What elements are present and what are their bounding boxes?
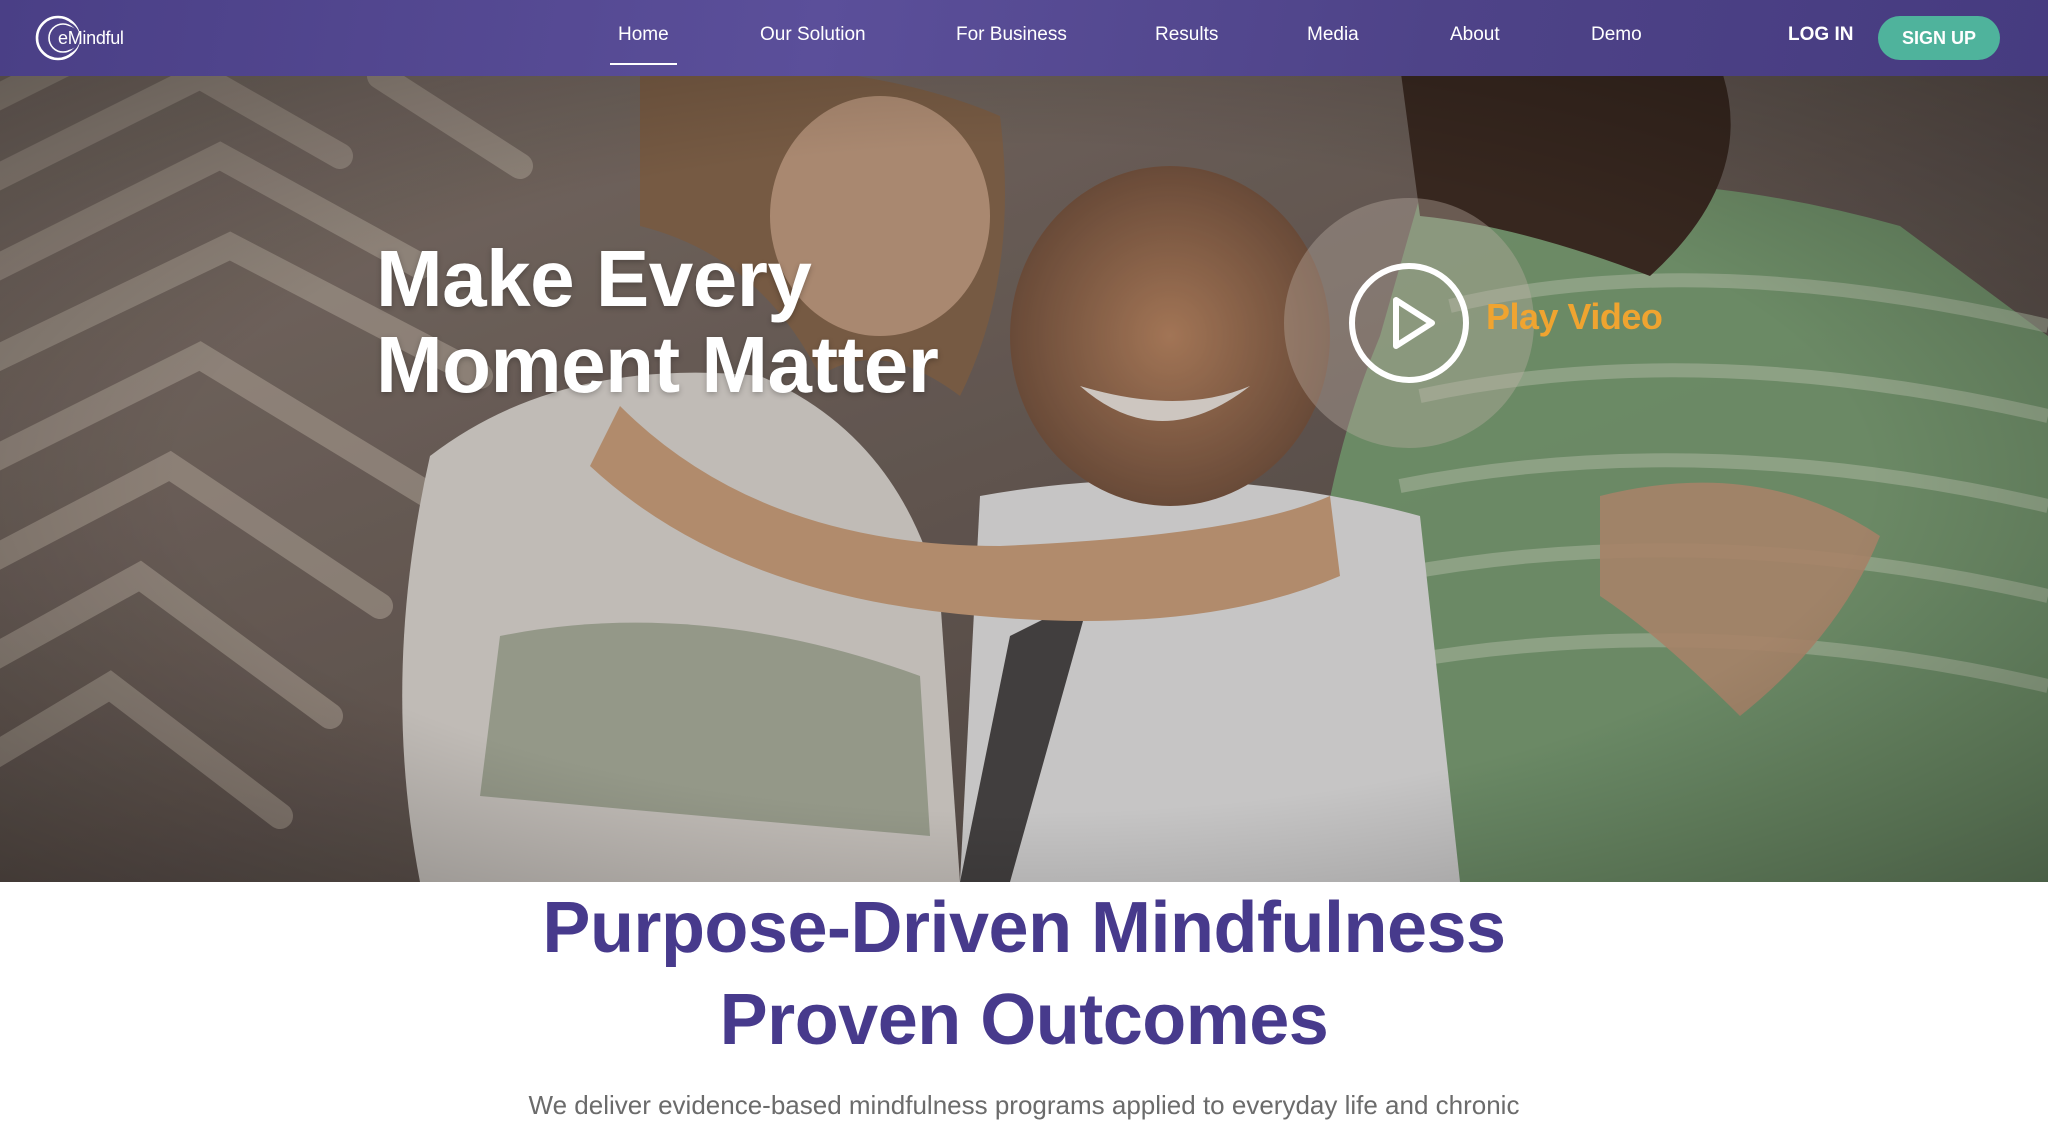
nav-demo[interactable]: Demo [1591, 24, 1642, 46]
nav-about[interactable]: About [1450, 24, 1500, 46]
top-navbar: eMindful Home Our Solution For Business … [0, 0, 2048, 76]
play-video-label[interactable]: Play Video [1486, 296, 1663, 338]
hero-title: Make Every Moment Matter [376, 234, 939, 409]
play-circle-icon [1349, 263, 1469, 383]
section-heading-line-2: Proven Outcomes [719, 980, 1329, 1060]
hero-section: Make Every Moment Matter Play Video [0, 76, 2048, 882]
nav-for-business[interactable]: For Business [956, 24, 1067, 46]
hero-title-line-2: Moment Matter [376, 320, 939, 409]
nav-home[interactable]: Home [610, 24, 677, 65]
main-nav: Home Our Solution For Business Results M… [0, 0, 2048, 76]
signup-button[interactable]: SIGN UP [1878, 16, 2000, 60]
login-link[interactable]: LOG IN [1788, 24, 1853, 46]
hero-background-image [0, 76, 2048, 882]
nav-our-solution[interactable]: Our Solution [760, 24, 866, 46]
section-description: We deliver evidence-based mindfulness pr… [528, 1090, 1520, 1120]
hero-title-line-1: Make Every [376, 234, 812, 323]
nav-media[interactable]: Media [1307, 24, 1359, 46]
nav-results[interactable]: Results [1155, 24, 1218, 46]
section-heading-line-1: Purpose-Driven Mindfulness [542, 888, 1506, 968]
section-heading: Purpose-Driven Mindfulness Proven Outcom… [0, 882, 2048, 1066]
